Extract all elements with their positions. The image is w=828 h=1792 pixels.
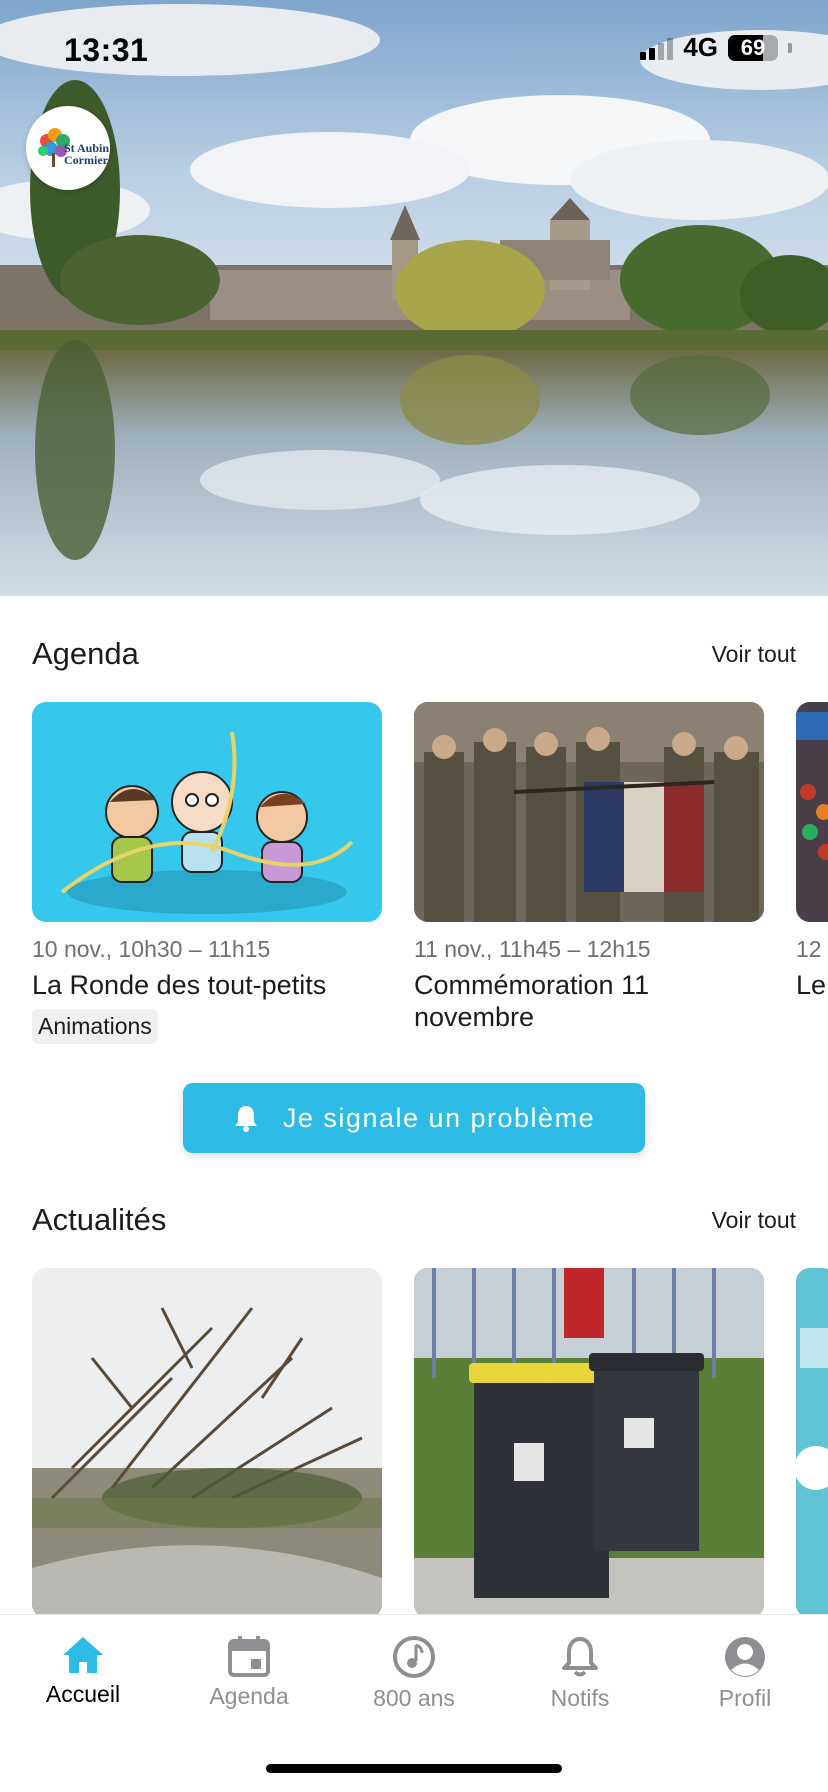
news-card-bins[interactable] <box>414 1268 764 1618</box>
report-problem-label: Je signale un problème <box>282 1102 596 1133</box>
bell-icon <box>562 1637 598 1677</box>
tab-profile[interactable]: Profil <box>675 1635 815 1712</box>
logo-text: St Aubin Cormier <box>64 142 109 166</box>
news-card-fallen-tree[interactable] <box>32 1268 382 1618</box>
news-peek-image <box>796 1268 828 1618</box>
news-title: Actualités <box>32 1202 167 1237</box>
children-illustration <box>60 731 354 914</box>
event-date: 10 nov., 10h30 – 11h15 <box>32 936 271 962</box>
tab-label: Notifs <box>550 1685 610 1711</box>
soldiers-photo <box>414 702 764 922</box>
status-indicators: 4G 69 <box>640 32 792 63</box>
tab-label: 800 ans <box>373 1685 455 1711</box>
agenda-title: Agenda <box>32 636 139 671</box>
news-see-all-link[interactable]: Voir tout <box>712 1207 796 1234</box>
news-header: Actualités Voir tout <box>32 1202 796 1238</box>
home-icon <box>63 1637 103 1673</box>
tab-home[interactable]: Accueil <box>13 1635 153 1708</box>
hero-banner: 13:31 4G 69 St Aubin Cormier <box>0 0 828 596</box>
home-indicator[interactable] <box>266 1764 562 1773</box>
tab-agenda[interactable]: Agenda <box>179 1635 319 1710</box>
event-date: 11 nov., 11h45 – 12h15 <box>414 936 651 962</box>
event-title: La Ronde des tout-petits <box>32 970 327 1000</box>
event-image-market <box>796 702 828 922</box>
calendar-icon <box>228 1636 270 1677</box>
cellular-signal-icon <box>640 36 674 60</box>
waste-bins-photo <box>414 1268 764 1618</box>
agenda-event-card[interactable]: 11 nov., 11h45 – 12h15 Commémoration 11 … <box>414 702 764 1033</box>
news-card-peek[interactable] <box>796 1268 828 1618</box>
agenda-see-all-link[interactable]: Voir tout <box>712 641 796 668</box>
agenda-event-card[interactable]: 10 nov., 10h30 – 11h15 La Ronde des tout… <box>32 702 382 1044</box>
event-category-tag: Animations <box>32 1009 158 1044</box>
fallen-tree-photo <box>32 1268 382 1618</box>
tab-notifs[interactable]: Notifs <box>510 1635 650 1712</box>
report-problem-button[interactable]: Je signale un problème <box>183 1083 645 1153</box>
network-type: 4G <box>683 32 718 62</box>
logo-text-line2: Cormier <box>64 153 108 167</box>
event-title: Le <box>796 970 827 1000</box>
agenda-event-card-peek[interactable]: 12 Le <box>796 702 828 1001</box>
user-icon <box>725 1637 765 1677</box>
tab-label: Accueil <box>45 1681 121 1707</box>
music-note-icon <box>393 1636 435 1678</box>
status-bar: 13:31 4G 69 <box>0 0 828 100</box>
tab-label: Agenda <box>209 1683 289 1709</box>
tab-800-ans[interactable]: 800 ans <box>344 1635 484 1712</box>
bell-icon <box>234 1106 257 1132</box>
battery-cap <box>788 42 792 53</box>
market-photo <box>796 702 828 922</box>
event-image-children <box>32 702 382 922</box>
tab-label: Profil <box>718 1685 772 1711</box>
status-time: 13:31 <box>64 32 149 68</box>
town-logo[interactable]: St Aubin Cormier <box>26 106 110 190</box>
battery-percent: 69 <box>740 34 766 60</box>
event-title: Commémoration 11 novembre <box>414 970 650 1032</box>
battery-icon: 69 <box>728 34 778 61</box>
event-image-soldiers <box>414 702 764 922</box>
agenda-header: Agenda Voir tout <box>32 636 796 672</box>
event-date: 12 <box>796 936 822 962</box>
